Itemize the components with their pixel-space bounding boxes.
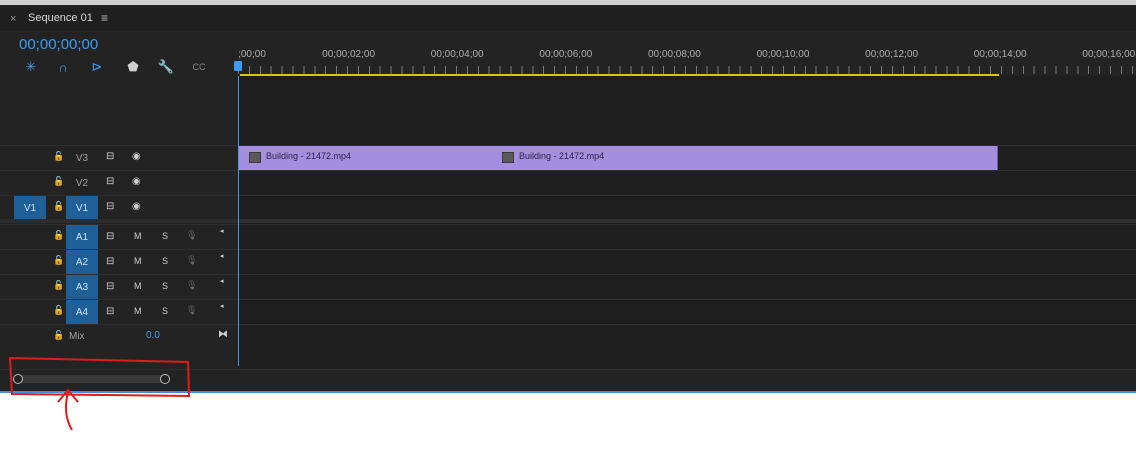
mix-track-row: 🔓 Mix 0.0 ⧓ [0,324,1136,349]
wrench-settings-icon[interactable]: 🔧 [157,58,175,76]
track-header: 🔓 A4 ⊟ M S 🎙 ◂ [0,300,238,324]
playhead-timecode[interactable]: 00;00;00;00 [19,36,98,53]
ruler-tick-label: 00;00;12;00 [865,49,919,60]
track-target-v2[interactable]: V2 [66,171,98,195]
sync-lock-icon[interactable]: ⊟ [106,176,114,187]
video-clip[interactable]: Building - 21472.mp4 [238,146,493,170]
ruler-tick-label: 00;00;04;00 [430,49,484,60]
track-target-a4[interactable]: A4 [66,300,98,324]
ruler-ticks [238,66,1136,74]
mute-button[interactable]: M [134,281,142,291]
clip-fx-icon [249,152,261,163]
video-clip[interactable]: Building - 21472.mp4 [491,146,999,170]
sync-lock-icon[interactable]: ⊟ [106,231,114,242]
snap-insert-icon[interactable]: ✳ [22,58,40,76]
audio-track-row: 🔓 A4 ⊟ M S 🎙 ◂ [0,299,1136,324]
panel-focus-border [0,391,1136,393]
lock-icon[interactable]: 🔓 [53,280,64,291]
timeline-panel: × Sequence 01 ≡ 00;00;00;00 ✳ ∩ ⊳ ⬟ 🔧 CC ;00;… [0,0,1136,393]
track-target-v1[interactable]: V1 [66,196,98,220]
sync-lock-icon[interactable]: ⊟ [106,281,114,292]
track-header: 🔓 V3 ⊟ ◉ [0,146,238,170]
tab-menu-icon[interactable]: ≡ [101,11,108,25]
solo-button[interactable]: S [162,306,168,316]
ruler-tick-label: 00;00;14;00 [973,49,1027,60]
microphone-icon[interactable]: 🎙 [186,255,197,266]
time-ruler[interactable]: ;00;00 00;00;02;00 00;00;04;00 00;00;06;00 0… [234,31,1136,76]
ruler-tick-label: 00;00;02;00 [322,49,376,60]
audio-track-row: 🔓 A3 ⊟ M S 🎙 ◂ [0,274,1136,299]
solo-button[interactable]: S [162,231,168,241]
track-target-a1[interactable]: A1 [66,225,98,249]
zoom-scroll-thumb[interactable] [13,374,170,384]
mute-button[interactable]: M [134,256,142,266]
track-header: 🔓 V2 ⊟ ◉ [0,171,238,195]
track-target-a2[interactable]: A2 [66,250,98,274]
add-marker-icon[interactable]: ⬟ [124,58,142,76]
clip-label: Building - 21472.mp4 [266,151,352,161]
lock-icon[interactable]: 🔓 [53,151,64,162]
track-target-a3[interactable]: A3 [66,275,98,299]
magnet-snap-icon[interactable]: ∩ [54,58,72,76]
sync-lock-icon[interactable]: ⊟ [106,256,114,267]
sync-lock-icon[interactable]: ⊟ [106,306,114,317]
zoom-right-handle[interactable] [160,374,170,384]
track-header: 🔓 A1 ⊟ M S 🎙 ◂ [0,225,238,249]
linked-selection-icon[interactable]: ⊳ [88,58,106,76]
lock-icon[interactable]: 🔓 [53,230,64,241]
video-track-row: 🔓 V3 ⊟ ◉ Building - 21472.mp4 Building - 2147… [0,145,1136,170]
mute-button[interactable]: M [134,306,142,316]
ruler-tick-label: 00;00;08;00 [647,49,701,60]
microphone-icon[interactable]: 🎙 [186,230,197,241]
track-header: 🔓 A2 ⊟ M S 🎙 ◂ [0,250,238,274]
source-patch-v1[interactable]: V1 [14,196,46,220]
expand-triangle-icon[interactable]: ◂ [220,302,224,310]
lock-icon[interactable]: 🔓 [53,305,64,316]
tab-close-icon[interactable]: × [10,13,16,25]
lock-icon[interactable]: 🔓 [53,201,64,212]
track-header: 🔓 Mix 0.0 ⧓ [0,325,238,349]
solo-button[interactable]: S [162,256,168,266]
eye-icon[interactable]: ◉ [132,201,141,212]
clip-fx-icon [502,152,515,163]
ruler-tick-label: 00;00;10;00 [756,49,810,60]
expand-triangle-icon[interactable]: ◂ [220,252,224,260]
track-header: 🔓 A3 ⊟ M S 🎙 ◂ [0,275,238,299]
clip-label: Building - 21472.mp4 [519,151,605,161]
mix-options-icon[interactable]: ⧓ [218,329,228,340]
expand-triangle-icon[interactable]: ◂ [220,227,224,235]
mute-button[interactable]: M [134,231,142,241]
sync-lock-icon[interactable]: ⊟ [106,201,114,212]
playhead-handle[interactable] [234,61,242,71]
ruler-tick-label: ;00;00 [238,49,266,60]
annotation-arrow [57,388,79,431]
audio-track-row: 🔓 A2 ⊟ M S 🎙 ◂ [0,249,1136,274]
playhead-line [238,76,239,366]
microphone-icon[interactable]: 🎙 [186,305,197,316]
track-divider[interactable] [0,219,1136,223]
lock-icon[interactable]: 🔓 [53,255,64,266]
eye-icon[interactable]: ◉ [132,151,141,162]
captions-icon[interactable]: CC [190,58,208,76]
tab-bar: × Sequence 01 ≡ [0,5,1136,31]
zoom-left-handle[interactable] [13,374,23,384]
tab-sequence-title[interactable]: Sequence 01 [28,12,93,24]
audio-track-row: 🔓 A1 ⊟ M S 🎙 ◂ [0,224,1136,249]
microphone-icon[interactable]: 🎙 [186,280,197,291]
horizontal-zoom-scrollbar[interactable] [0,369,1136,392]
mix-volume-value[interactable]: 0.0 [146,330,160,341]
lock-icon[interactable]: 🔓 [53,330,64,341]
track-target-v3[interactable]: V3 [66,146,98,170]
ruler-tick-label: 00;00;16;00 [1082,49,1136,60]
video-track-row: 🔓 V2 ⊟ ◉ [0,170,1136,195]
mix-label: Mix [69,331,85,342]
sync-lock-icon[interactable]: ⊟ [106,151,114,162]
lock-icon[interactable]: 🔓 [53,176,64,187]
eye-icon[interactable]: ◉ [132,176,141,187]
solo-button[interactable]: S [162,281,168,291]
video-track-row: V1 🔓 V1 ⊟ ◉ [0,195,1136,220]
ruler-tick-label: 00;00;06;00 [539,49,593,60]
expand-triangle-icon[interactable]: ◂ [220,277,224,285]
track-header: V1 🔓 V1 ⊟ ◉ [0,196,238,220]
